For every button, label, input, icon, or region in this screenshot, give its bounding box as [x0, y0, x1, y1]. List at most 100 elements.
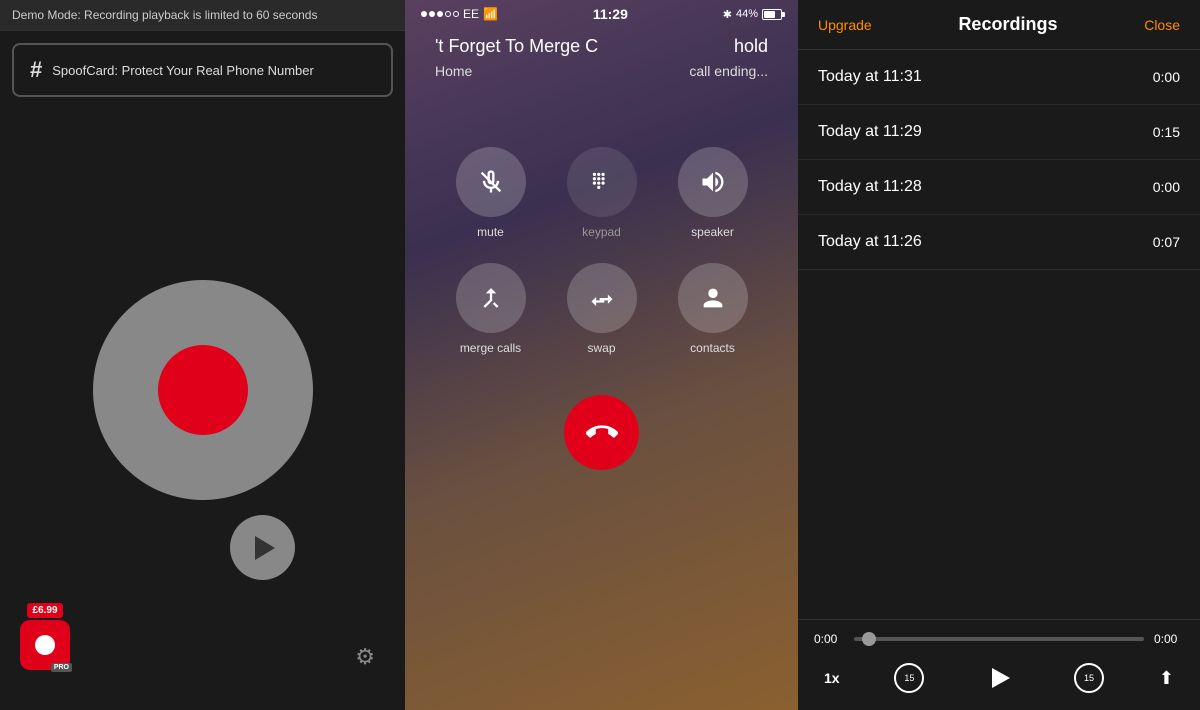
merge-label: merge calls [460, 341, 521, 355]
clock: 11:29 [593, 6, 628, 22]
mute-label: mute [477, 225, 504, 239]
recording-item[interactable]: Today at 11:26 0:07 [798, 215, 1200, 270]
seek-row: 0:00 0:00 [814, 632, 1184, 646]
signal-dot-3 [437, 11, 443, 17]
play-pause-button[interactable] [979, 658, 1019, 698]
keypad-label: keypad [582, 225, 621, 239]
recording-item[interactable]: Today at 11:29 0:15 [798, 105, 1200, 160]
contacts-icon [699, 284, 727, 312]
keypad-icon [589, 169, 615, 195]
recording-duration: 0:00 [1153, 179, 1180, 195]
share-button[interactable]: ⬆ [1159, 668, 1174, 689]
battery-percent: 44% [736, 8, 758, 20]
rewind-label: 15 [904, 673, 914, 683]
call-info: 't Forget To Merge C hold Home call endi… [405, 28, 798, 87]
recording-duration: 0:07 [1153, 234, 1180, 250]
record-button[interactable] [158, 345, 248, 435]
speaker-label: speaker [691, 225, 734, 239]
play-button[interactable] [230, 515, 295, 580]
signal-dot-1 [421, 11, 427, 17]
battery-icon [762, 9, 782, 20]
call-header-left: 't Forget To Merge C [435, 36, 598, 57]
battery-area: ✱ 44% [723, 8, 782, 21]
keypad-container: keypad [546, 147, 657, 239]
wifi-icon: 📶 [483, 7, 498, 21]
demo-banner-text: Demo Mode: Recording playback is limited… [12, 8, 317, 22]
signal-dots [421, 11, 459, 17]
pro-label: PRO [51, 663, 72, 672]
contacts-button[interactable] [678, 263, 748, 333]
call-name: Home [435, 63, 472, 79]
end-call-icon [586, 417, 618, 449]
close-button[interactable]: Close [1144, 17, 1180, 33]
playback-bar: 0:00 0:00 1x 15 15 ⬆ [798, 619, 1200, 710]
pro-icon[interactable]: PRO [20, 620, 70, 670]
recording-time: Today at 11:28 [818, 178, 922, 196]
upgrade-button[interactable]: Upgrade [818, 17, 872, 33]
swap-container: swap [546, 263, 657, 355]
call-subrow: Home call ending... [425, 63, 778, 79]
recording-item[interactable]: Today at 11:31 0:00 [798, 50, 1200, 105]
pro-badge-container: £6.99 PRO [20, 603, 70, 670]
controls-row: 1x 15 15 ⬆ [814, 658, 1184, 698]
recording-time: Today at 11:31 [818, 68, 922, 86]
call-buttons-area: mute keypad [405, 87, 798, 375]
seek-thumb[interactable] [862, 632, 876, 646]
recordings-list: Today at 11:31 0:00 Today at 11:29 0:15 … [798, 50, 1200, 619]
record-outer-circle[interactable] [93, 280, 313, 500]
total-time: 0:00 [1154, 632, 1184, 646]
recording-duration: 0:15 [1153, 124, 1180, 140]
contacts-container: contacts [657, 263, 768, 355]
speed-button[interactable]: 1x [824, 670, 840, 686]
end-call-area [405, 395, 798, 470]
left-panel: Demo Mode: Recording playback is limited… [0, 0, 405, 710]
call-header: 't Forget To Merge C hold [425, 36, 778, 57]
signal-dot-2 [429, 11, 435, 17]
signal-area: EE 📶 [421, 7, 498, 21]
speaker-container: speaker [657, 147, 768, 239]
play-icon [992, 668, 1010, 688]
merge-button[interactable] [456, 263, 526, 333]
demo-banner: Demo Mode: Recording playback is limited… [0, 0, 405, 31]
merge-container: merge calls [435, 263, 546, 355]
speaker-button[interactable] [678, 147, 748, 217]
price-tag[interactable]: £6.99 [27, 603, 62, 618]
mute-button[interactable] [456, 147, 526, 217]
recording-duration: 0:00 [1153, 69, 1180, 85]
status-bar: EE 📶 11:29 ✱ 44% [405, 0, 798, 28]
gear-icon[interactable]: ⚙ [355, 644, 375, 670]
right-panel: Upgrade Recordings Close Today at 11:31 … [798, 0, 1200, 710]
mute-container: mute [435, 147, 546, 239]
battery-fill [764, 11, 775, 18]
speaker-icon [699, 168, 727, 196]
call-status: call ending... [689, 63, 768, 79]
swap-icon [588, 284, 616, 312]
call-hold-label: hold [734, 36, 768, 57]
forward-label: 15 [1084, 673, 1094, 683]
battery-tip [782, 12, 785, 17]
pro-dot [35, 635, 55, 655]
signal-dot-5 [453, 11, 459, 17]
recordings-header: Upgrade Recordings Close [798, 0, 1200, 50]
contacts-label: contacts [690, 341, 735, 355]
recording-time: Today at 11:26 [818, 233, 922, 251]
swap-button[interactable] [567, 263, 637, 333]
hash-icon: # [30, 57, 42, 83]
play-triangle-icon [255, 536, 275, 560]
swap-label: swap [587, 341, 615, 355]
carrier-label: EE [463, 7, 479, 21]
merge-icon [477, 284, 505, 312]
spoof-card-ad[interactable]: # SpoofCard: Protect Your Real Phone Num… [12, 43, 393, 97]
recordings-title: Recordings [872, 14, 1145, 35]
rewind-button[interactable]: 15 [894, 663, 924, 693]
signal-dot-4 [445, 11, 451, 17]
spoof-ad-text: SpoofCard: Protect Your Real Phone Numbe… [52, 63, 314, 78]
record-area: £6.99 PRO ⚙ [0, 109, 405, 710]
seek-track[interactable] [854, 637, 1144, 641]
keypad-button[interactable] [567, 147, 637, 217]
end-call-button[interactable] [564, 395, 639, 470]
current-time: 0:00 [814, 632, 844, 646]
recording-item[interactable]: Today at 11:28 0:00 [798, 160, 1200, 215]
recording-time: Today at 11:29 [818, 123, 922, 141]
forward-button[interactable]: 15 [1074, 663, 1104, 693]
